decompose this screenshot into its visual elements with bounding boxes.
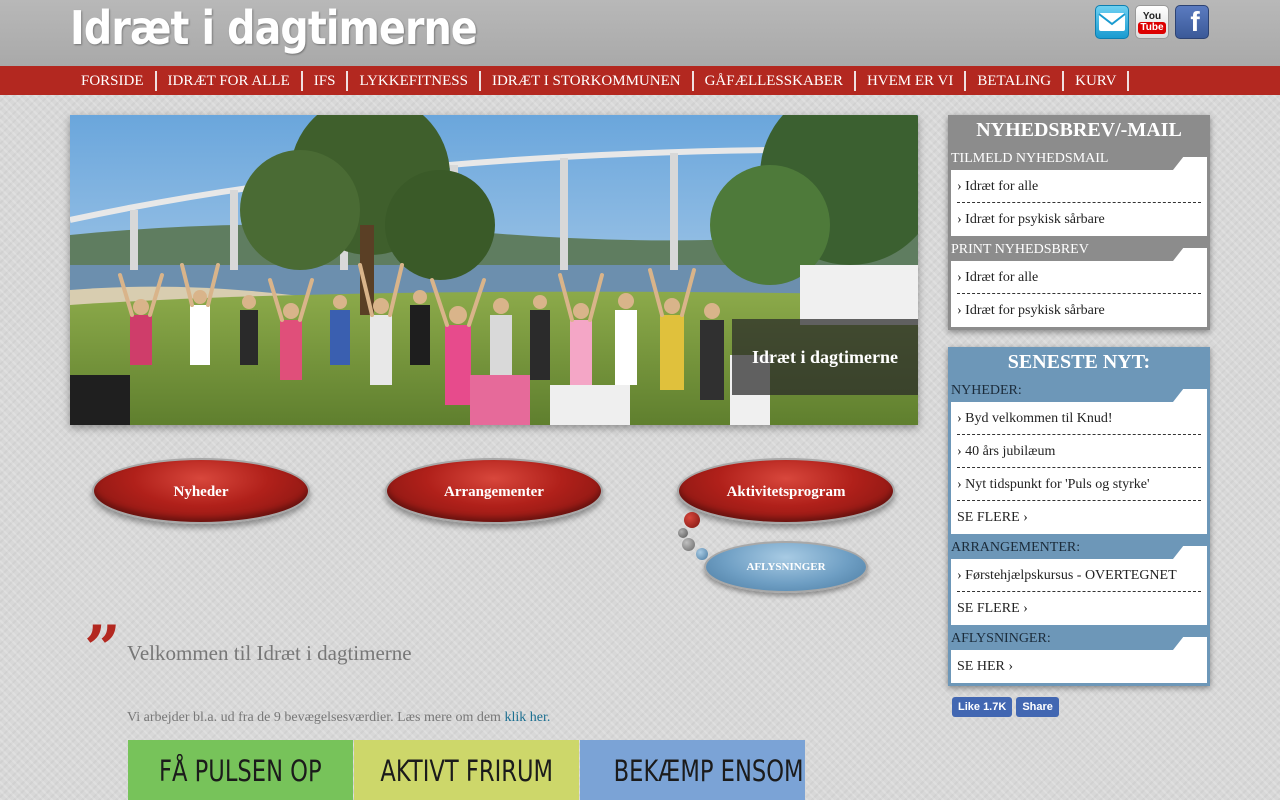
events-button[interactable]: Arrangementer [385, 458, 603, 524]
value-tile-label: AKTIVT FRIRUM [380, 754, 553, 788]
news-link[interactable]: › Byd velkommen til Knud! [957, 402, 1201, 435]
nav-item-ifs[interactable]: IFS [303, 70, 349, 91]
news-link[interactable]: › Nyt tidspunkt for 'Puls og styrke' [957, 468, 1201, 501]
nav-item-betaling[interactable]: BETALING [966, 70, 1065, 91]
value-tile-pulse[interactable]: FÅ PULSEN OP [128, 740, 353, 800]
news-link[interactable]: › 40 års jubilæum [957, 435, 1201, 468]
newsletter-box: NYHEDSBREV/-MAIL TILMELD NYHEDSMAIL › Id… [948, 115, 1210, 330]
intro-paragraph: Vi arbejder bl.a. ud fra de 9 bevægelses… [127, 710, 550, 726]
latest-title: SENESTE NYT: [948, 347, 1210, 377]
nav-item-hvem-er-vi[interactable]: HVEM ER VI [856, 70, 967, 91]
news-more-link[interactable]: SE FLERE › [957, 501, 1201, 534]
print-link-all[interactable]: › Idræt for alle [957, 261, 1201, 294]
value-tile-free-space[interactable]: AKTIVT FRIRUM [354, 740, 579, 800]
event-link[interactable]: › Førstehjælpskursus - OVERTEGNET [957, 559, 1201, 592]
facebook-letter: f [1190, 6, 1200, 37]
value-tile-label: FÅ PULSEN OP [159, 754, 322, 788]
facebook-share-button[interactable]: Share [1016, 697, 1059, 717]
cancellations-heading: AFLYSNINGER: [948, 625, 1210, 650]
subscribe-link-vulnerable[interactable]: › Idræt for psykisk sårbare [957, 203, 1201, 236]
main-nav: FORSIDE IDRÆT FOR ALLE IFS LYKKEFITNESS … [0, 66, 1280, 95]
events-list: › Førstehjælpskursus - OVERTEGNET SE FLE… [951, 559, 1207, 625]
site-header: Idræt i dagtimerne You Tube f [0, 0, 1280, 66]
welcome-title: Velkommen til Idræt i dagtimerne [127, 641, 412, 665]
intro-text: Vi arbejder bl.a. ud fra de 9 bevægelses… [127, 710, 505, 725]
hero-banner[interactable]: Idræt i dagtimerne [70, 115, 918, 425]
latest-news-box: SENESTE NYT: NYHEDER: › Byd velkommen ti… [948, 347, 1210, 686]
nav-item-idraet-for-alle[interactable]: IDRÆT FOR ALLE [157, 70, 303, 91]
value-tile-label: BEKÆMP ENSOMHED [613, 754, 805, 788]
activity-program-button[interactable]: Aktivitetsprogram [677, 458, 895, 524]
print-link-vulnerable[interactable]: › Idræt for psykisk sårbare [957, 294, 1201, 327]
nav-item-lykkefitness[interactable]: LYKKEFITNESS [348, 70, 481, 91]
cancellations-list: SE HER › [951, 650, 1207, 683]
read-more-link[interactable]: klik her. [504, 710, 550, 725]
nav-item-forside[interactable]: FORSIDE [70, 70, 157, 91]
decor-dot-blue [696, 548, 708, 560]
events-heading: ARRANGEMENTER: [948, 534, 1210, 559]
nav-item-gaafaellesskaber[interactable]: GÅFÆLLESSKABER [694, 70, 856, 91]
youtube-you-text: You [1142, 10, 1162, 22]
youtube-tube-text: Tube [1138, 21, 1166, 34]
facebook-like-widget: Like 1.7K Share [952, 697, 1093, 717]
nav-item-storkommunen[interactable]: IDRÆT I STORKOMMUNEN [481, 70, 694, 91]
decor-dot-gray-small [678, 528, 688, 538]
events-more-link[interactable]: SE FLERE › [957, 592, 1201, 625]
facebook-like-button[interactable]: Like 1.7K [952, 697, 1013, 717]
nav-item-kurv[interactable]: KURV [1064, 70, 1130, 91]
print-list: › Idræt for alle › Idræt for psykisk sår… [951, 261, 1207, 327]
subscribe-list: › Idræt for alle › Idræt for psykisk sår… [951, 170, 1207, 236]
print-heading: PRINT NYHEDSBREV [948, 236, 1210, 261]
news-list: › Byd velkommen til Knud! › 40 års jubil… [951, 402, 1207, 534]
mail-icon[interactable] [1095, 5, 1129, 39]
news-heading: NYHEDER: [948, 377, 1210, 402]
youtube-icon[interactable]: You Tube [1135, 5, 1169, 39]
cancellations-see-link[interactable]: SE HER › [957, 650, 1201, 683]
news-button[interactable]: Nyheder [92, 458, 310, 524]
value-tile-loneliness[interactable]: BEKÆMP ENSOMHED [580, 740, 805, 800]
newsletter-title: NYHEDSBREV/-MAIL [948, 115, 1210, 145]
quote-mark-icon: ” [84, 612, 121, 687]
decor-dot-gray [682, 538, 695, 551]
envelope-icon [1098, 13, 1126, 31]
subscribe-heading: TILMELD NYHEDSMAIL [948, 145, 1210, 170]
facebook-icon[interactable]: f [1175, 5, 1209, 39]
decor-dot-red [684, 512, 700, 528]
cancellations-button[interactable]: AFLYSNINGER [704, 541, 868, 593]
subscribe-link-all[interactable]: › Idræt for alle [957, 170, 1201, 203]
hero-caption[interactable]: Idræt i dagtimerne [732, 319, 918, 395]
site-logo[interactable]: Idræt i dagtimerne [70, 0, 478, 56]
